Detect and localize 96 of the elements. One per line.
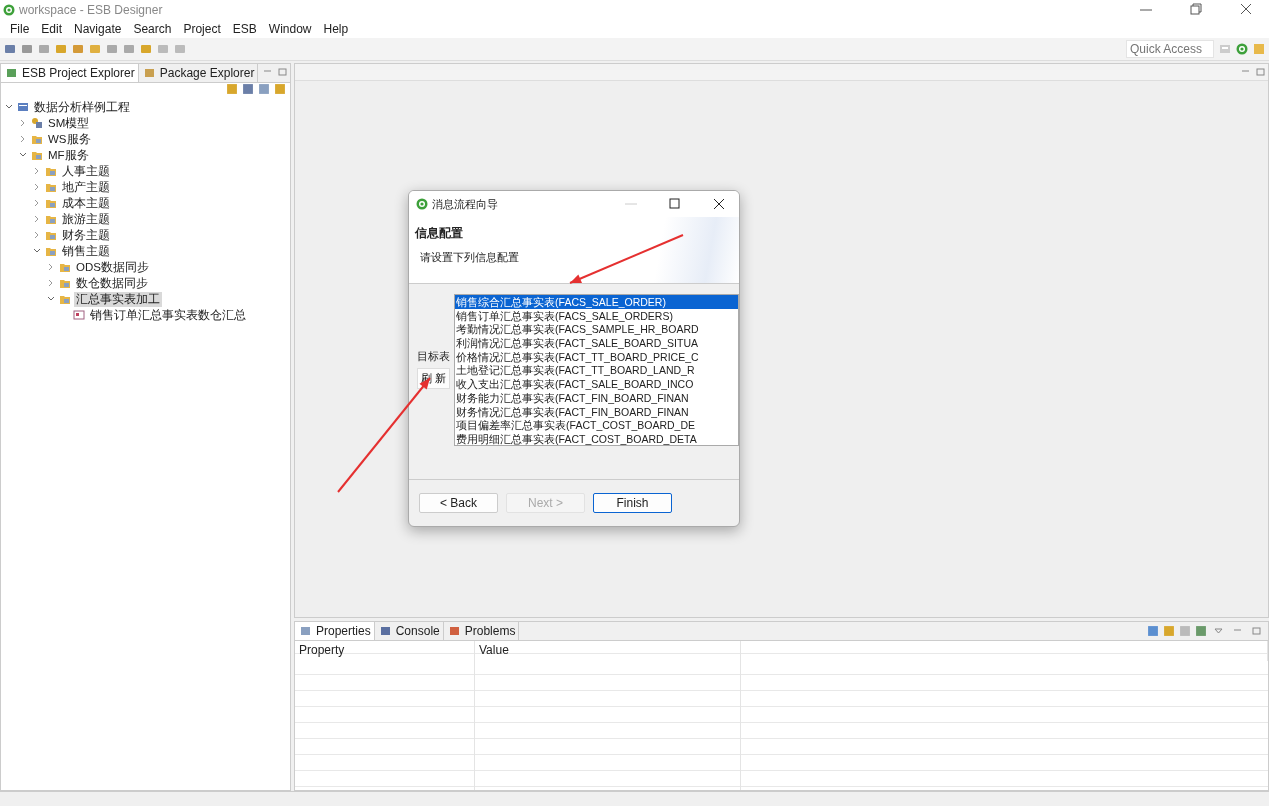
- toolbar-icon[interactable]: [38, 43, 50, 55]
- view-menu-icon[interactable]: [1214, 627, 1223, 635]
- app-logo-icon: [416, 198, 428, 210]
- toolbar-icon[interactable]: [21, 43, 33, 55]
- panel-tab[interactable]: Properties: [295, 622, 375, 640]
- toolbar-icon[interactable]: [226, 83, 238, 95]
- folder-icon: [45, 229, 57, 241]
- tree-item[interactable]: 数仓数据同步: [74, 275, 150, 291]
- toolbar-icon[interactable]: [1179, 625, 1191, 637]
- toolbar-icon[interactable]: [55, 43, 67, 55]
- perspective-icon[interactable]: [1219, 43, 1231, 55]
- list-item[interactable]: 财务情况汇总事实表(FACT_FIN_BOARD_FINAN: [455, 404, 738, 419]
- java-icon[interactable]: [1253, 43, 1265, 55]
- toolbar-icon[interactable]: [174, 43, 186, 55]
- dialog-button[interactable]: Finish: [593, 493, 672, 513]
- app-logo-icon: [3, 3, 15, 16]
- menu-item[interactable]: Window: [262, 21, 318, 36]
- quick-access-field[interactable]: Quick Access: [1126, 40, 1214, 58]
- folder-icon: [45, 245, 57, 257]
- toolbar-icon[interactable]: [72, 43, 84, 55]
- list-item[interactable]: 土地登记汇总事实表(FACT_TT_BOARD_LAND_R: [455, 363, 738, 378]
- tree-item[interactable]: ODS数据同步: [74, 259, 151, 275]
- tree-item[interactable]: SM模型: [46, 115, 92, 131]
- folder-icon: [45, 197, 57, 209]
- folder-icon: [45, 213, 57, 225]
- folder-icon: [59, 277, 71, 289]
- folder-icon: [31, 149, 43, 161]
- window-title: workspace - ESB Designer: [19, 2, 163, 17]
- view-icon: [380, 627, 390, 635]
- view-icon: [301, 627, 310, 635]
- dialog-heading: 信息配置: [415, 225, 464, 242]
- folder-icon: [59, 293, 71, 305]
- list-item[interactable]: 价格情况汇总事实表(FACT_TT_BOARD_PRICE_C: [455, 349, 738, 364]
- tree-item[interactable]: 财务主题: [60, 227, 112, 243]
- menu-item[interactable]: Navigate: [68, 21, 128, 36]
- panel-tab[interactable]: Console: [374, 622, 444, 640]
- toolbar-icon[interactable]: [1195, 625, 1207, 637]
- toolbar-icon[interactable]: [274, 83, 286, 95]
- view-icon: [7, 69, 16, 77]
- toolbar-icon[interactable]: [258, 83, 270, 95]
- project-icon: [17, 101, 29, 113]
- toolbar-icon[interactable]: [140, 43, 152, 55]
- folder-icon: [31, 133, 43, 145]
- toolbar-icon[interactable]: [106, 43, 118, 55]
- list-item[interactable]: 利润情况汇总事实表(FACT_SALE_BOARD_SITUA: [455, 336, 738, 350]
- folder-icon: [45, 165, 57, 177]
- list-item[interactable]: 考勤情况汇总事实表(FACS_SAMPLE_HR_BOARD: [455, 322, 738, 337]
- tree-item[interactable]: 旅游主题: [60, 211, 112, 227]
- toolbar-icon[interactable]: [89, 43, 101, 55]
- menu-item[interactable]: ESB: [226, 21, 263, 36]
- list-item[interactable]: 销售综合汇总事实表(FACS_SALE_ORDER): [455, 295, 738, 309]
- dialog-title: 消息流程向导: [432, 196, 498, 212]
- maximize-icon[interactable]: [1256, 68, 1265, 76]
- tree-item[interactable]: 汇总事实表加工: [74, 291, 162, 307]
- dialog-description: 请设置下列信息配置: [420, 250, 520, 265]
- toolbar-icon[interactable]: [123, 43, 135, 55]
- tree-item[interactable]: 销售主题: [60, 243, 112, 259]
- panel-tab[interactable]: ESB Project Explorer: [1, 64, 139, 82]
- list-item[interactable]: 财务能力汇总事实表(FACT_FIN_BOARD_FINAN: [455, 390, 738, 405]
- toolbar-icon[interactable]: [242, 83, 254, 95]
- menu-item[interactable]: Help: [317, 21, 355, 36]
- panel-tab[interactable]: Package Explorer: [138, 64, 259, 82]
- tree-item[interactable]: 销售订单汇总事实表数仓汇总: [88, 307, 248, 323]
- toolbar-icon[interactable]: [1163, 625, 1175, 637]
- menu-item[interactable]: File: [4, 21, 36, 36]
- toolbar-icon[interactable]: [4, 43, 16, 55]
- menu-item[interactable]: Edit: [35, 21, 69, 36]
- tree-item[interactable]: MF服务: [46, 147, 91, 163]
- view-icon: [144, 69, 154, 77]
- model-icon: [31, 117, 43, 129]
- column-header: Property: [295, 641, 475, 661]
- maximize-icon[interactable]: [1252, 627, 1261, 635]
- tree-item[interactable]: WS服务: [46, 131, 93, 147]
- view-icon: [449, 627, 459, 635]
- panel-tab[interactable]: Problems: [443, 622, 520, 640]
- tree-item[interactable]: 成本主题: [60, 195, 112, 211]
- tree-item[interactable]: 地产主题: [60, 179, 112, 195]
- menu-item[interactable]: Search: [127, 21, 178, 36]
- flow-icon: [73, 309, 85, 321]
- field-label: 目标表: [417, 349, 450, 364]
- table-list[interactable]: [454, 294, 739, 446]
- toolbar-icon[interactable]: [1147, 625, 1159, 637]
- list-item[interactable]: 收入支出汇总事实表(FACT_SALE_BOARD_INCO: [455, 377, 738, 391]
- folder-icon: [59, 261, 71, 273]
- dialog-button[interactable]: < Back: [419, 493, 498, 513]
- tree-item[interactable]: 人事主题: [60, 163, 112, 179]
- toolbar-icon[interactable]: [157, 43, 169, 55]
- column-header: Value: [475, 641, 741, 661]
- maximize-icon[interactable]: [278, 68, 287, 76]
- tree-item[interactable]: 数据分析样例工程: [32, 99, 132, 115]
- folder-icon: [45, 181, 57, 193]
- list-item[interactable]: 费用明细汇总事实表(FACT_COST_BOARD_DETA: [455, 431, 738, 445]
- esb-logo-icon[interactable]: [1236, 43, 1248, 55]
- menu-item[interactable]: Project: [177, 21, 227, 36]
- list-item[interactable]: 项目偏差率汇总事实表(FACT_COST_BOARD_DE: [455, 418, 738, 432]
- list-item[interactable]: 销售订单汇总事实表(FACS_SALE_ORDERS): [455, 308, 738, 323]
